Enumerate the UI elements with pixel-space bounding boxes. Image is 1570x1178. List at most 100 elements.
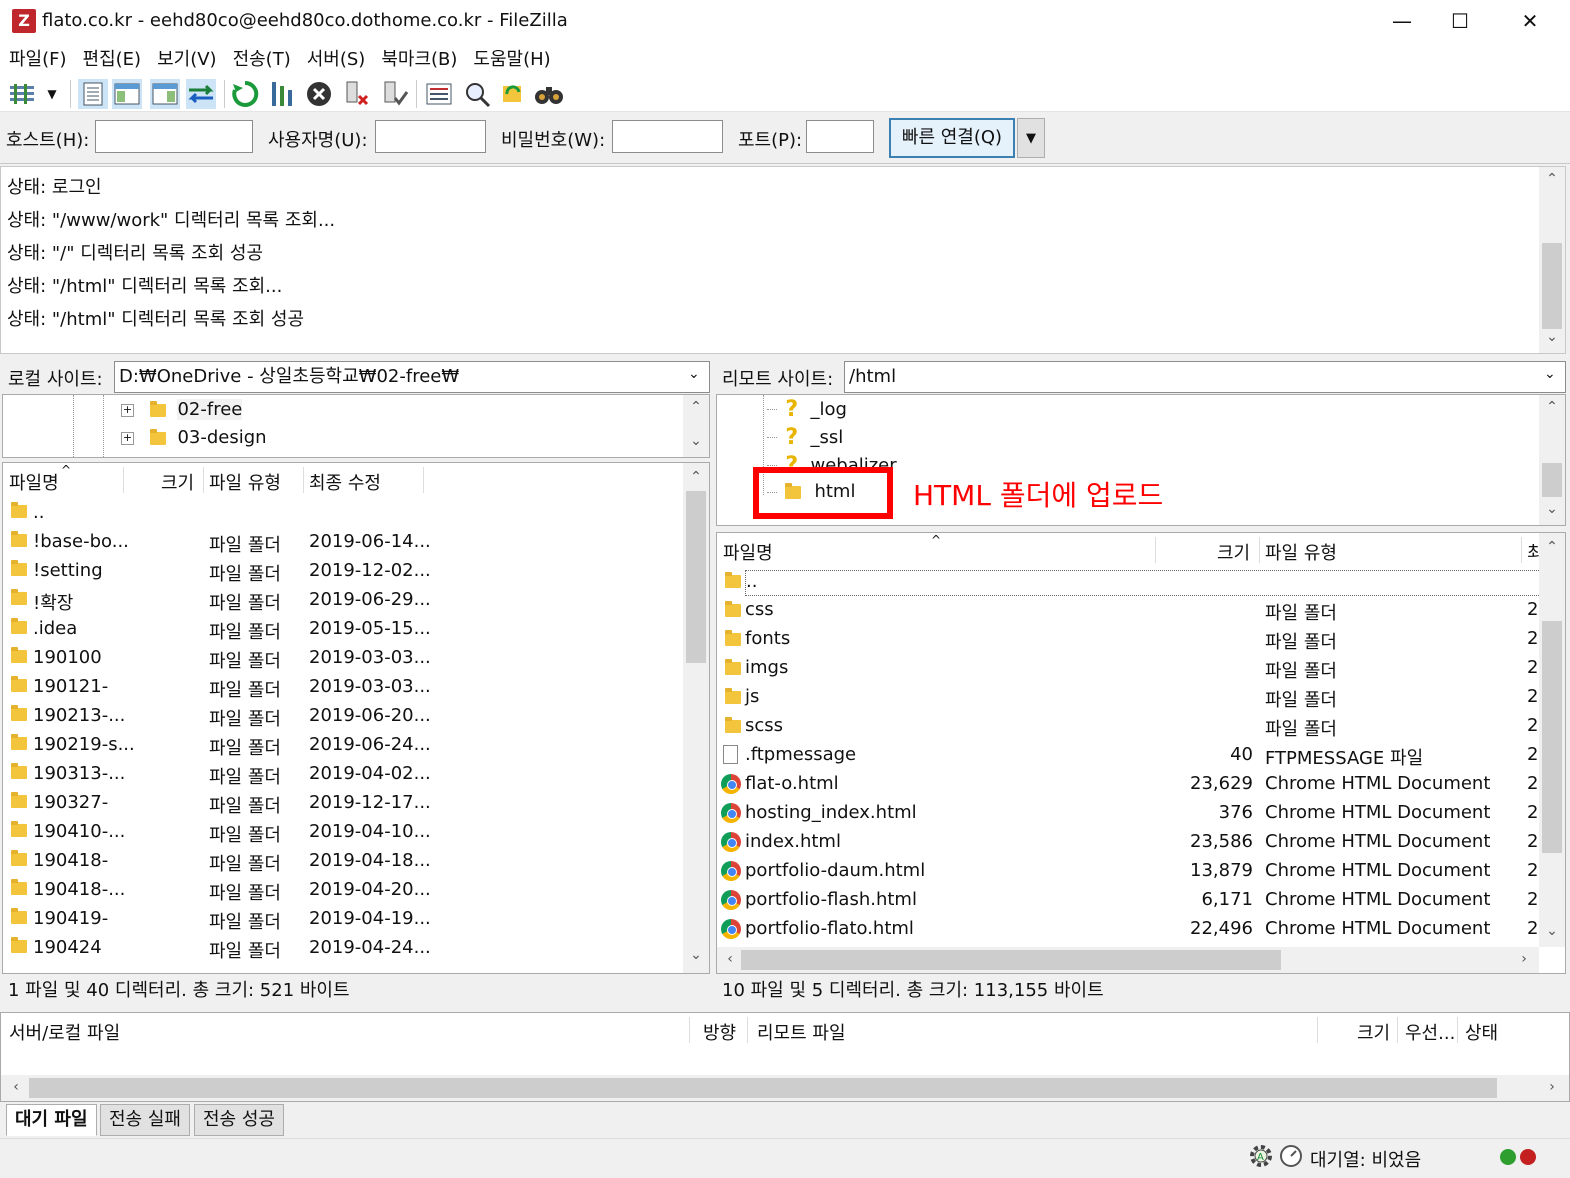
remote-hscrollbar[interactable]: ‹ › [717,947,1539,973]
tab-queued-files[interactable]: 대기 파일 [6,1104,97,1136]
table-row[interactable]: 190219-s... 파일 폴더 2019-06-24... [3,731,683,760]
table-row[interactable]: 190100 파일 폴더 2019-03-03... [3,644,683,673]
table-row[interactable]: 190424 파일 폴더 2019-04-24... [3,934,683,963]
table-row[interactable]: 190418-... 파일 폴더 2019-04-20... [3,876,683,905]
remote-hscroll-thumb[interactable] [741,950,1281,970]
local-tree-toggle-icon[interactable] [112,79,142,109]
remote-list-scrollbar[interactable]: ⌃ ⌄ [1539,533,1565,947]
table-row[interactable]: .idea 파일 폴더 2019-05-15... [3,615,683,644]
scroll-up-icon[interactable]: ⌃ [1541,399,1563,415]
scroll-down-icon[interactable]: ⌄ [1541,329,1563,345]
site-manager-dropdown-icon[interactable]: ▼ [40,79,64,109]
table-row[interactable]: 190418- 파일 폴더 2019-04-18... [3,847,683,876]
col-header-type[interactable]: 파일 유형 [1265,539,1337,565]
scroll-down-icon[interactable]: ⌄ [1541,923,1563,939]
process-queue-icon[interactable] [268,79,298,109]
chevron-down-icon[interactable]: ⌄ [1544,366,1556,382]
col-header-type[interactable]: 파일 유형 [209,469,281,495]
menu-file[interactable]: 파일(F) [0,45,74,71]
scroll-down-icon[interactable]: ⌄ [1541,501,1563,517]
table-row[interactable]: !base-bo... 파일 폴더 2019-06-14... [3,528,683,557]
local-path-combo[interactable]: D:₩OneDrive - 상일초등학교₩02-free₩ [114,361,710,393]
table-row[interactable]: 190419- 파일 폴더 2019-04-19... [3,905,683,934]
table-row[interactable]: .. [717,567,1541,596]
speed-limit-icon[interactable] [1278,1143,1304,1174]
queue-col-size[interactable]: 크기 [1357,1019,1390,1045]
col-header-modified[interactable]: 최종 수정 [309,469,381,495]
queue-col-server-local[interactable]: 서버/로컬 파일 [9,1019,120,1045]
close-button[interactable]: ✕ [1500,4,1560,38]
quickconnect-button[interactable]: 빠른 연결(Q) [889,118,1015,158]
scroll-down-icon[interactable]: ⌄ [685,433,707,449]
port-input[interactable] [806,120,874,153]
table-row[interactable]: scss 파일 폴더 2 [717,712,1539,741]
tree-item[interactable]: + 02-free [121,399,243,420]
quickconnect-dropdown-icon[interactable]: ▼ [1017,118,1045,158]
host-input[interactable] [95,120,253,153]
scroll-down-icon[interactable]: ⌄ [685,947,707,963]
log-scroll-thumb[interactable] [1542,243,1562,329]
menu-edit[interactable]: 편집(E) [74,45,149,71]
scroll-left-icon[interactable]: ‹ [5,1079,27,1095]
queue-col-remote[interactable]: 리모트 파일 [757,1019,846,1045]
remote-tree-scrollbar[interactable]: ⌃ ⌄ [1539,395,1565,525]
remote-tree-toggle-icon[interactable] [150,79,180,109]
tree-item[interactable]: + 03-design [121,427,267,448]
tree-item[interactable]: ? _ssl [767,425,843,450]
tab-failed-transfers[interactable]: 전송 실패 [100,1104,190,1136]
table-row[interactable]: flat-o.html 23,629 Chrome HTML Document 2 [717,770,1539,799]
table-row[interactable]: 190213-... 파일 폴더 2019-06-20... [3,702,683,731]
scroll-left-icon[interactable]: ‹ [719,951,741,967]
reconnect-icon[interactable] [380,79,410,109]
table-row[interactable]: css 파일 폴더 2 [717,596,1539,625]
scroll-up-icon[interactable]: ⌃ [685,399,707,415]
username-input[interactable] [375,120,486,153]
table-row[interactable]: index.html 23,586 Chrome HTML Document 2 [717,828,1539,857]
search-icon[interactable] [462,79,492,109]
table-row[interactable]: .. [3,499,683,528]
table-row[interactable]: js 파일 폴더 2 [717,683,1539,712]
col-header-filename[interactable]: 파일명 [9,469,59,495]
remote-tree-scroll-thumb[interactable] [1542,463,1562,497]
menu-view[interactable]: 보기(V) [148,45,223,71]
col-header-filename[interactable]: 파일명 [723,539,773,565]
table-row[interactable]: portfolio-flato.html 22,496 Chrome HTML Do… [717,915,1539,944]
cancel-operation-icon[interactable] [304,79,334,109]
remote-path-combo[interactable]: /html [844,361,1566,393]
chevron-down-icon[interactable]: ⌄ [688,366,700,382]
menu-bookmarks[interactable]: 북마크(B) [372,45,464,71]
local-tree-scrollbar[interactable]: ⌃ ⌄ [683,395,709,457]
scroll-up-icon[interactable]: ⌃ [1541,171,1563,187]
directory-filter-icon[interactable] [424,79,454,109]
expand-icon[interactable]: + [121,403,134,417]
tab-successful-transfers[interactable]: 전송 성공 [194,1104,284,1136]
menu-help[interactable]: 도움말(H) [464,45,557,71]
scroll-up-icon[interactable]: ⌃ [685,469,707,485]
col-header-size[interactable]: 크기 [1217,539,1250,565]
menu-transfer[interactable]: 전송(T) [224,45,298,71]
site-manager-icon[interactable] [6,79,38,109]
remote-scroll-thumb[interactable] [1542,621,1562,853]
table-row[interactable]: 190327- 파일 폴더 2019-12-17... [3,789,683,818]
sync-browse-icon[interactable] [498,79,528,109]
scroll-up-icon[interactable]: ⌃ [1541,539,1563,555]
disconnect-icon[interactable] [342,79,372,109]
minimize-button[interactable]: — [1372,4,1432,38]
menu-server[interactable]: 서버(S) [298,45,373,71]
table-row[interactable]: !확장 파일 폴더 2019-06-29... [3,586,683,615]
table-row[interactable]: fonts 파일 폴더 2 [717,625,1539,654]
table-row[interactable]: portfolio-flash.html 6,171 Chrome HTML Doc… [717,886,1539,915]
message-log-toggle-icon[interactable] [78,79,108,109]
table-row[interactable]: hosting_index.html 376 Chrome HTML Documen… [717,799,1539,828]
table-row[interactable]: imgs 파일 폴더 2 [717,654,1539,683]
password-input[interactable] [612,120,723,153]
table-row[interactable]: 190121- 파일 폴더 2019-03-03... [3,673,683,702]
expand-icon[interactable]: + [121,431,134,445]
tree-item[interactable]: ? _log [767,397,847,422]
local-scroll-thumb[interactable] [686,491,706,663]
scroll-right-icon[interactable]: › [1513,951,1535,967]
col-header-size[interactable]: 크기 [161,469,194,495]
table-row[interactable]: !setting 파일 폴더 2019-12-02... [3,557,683,586]
maximize-button[interactable]: ☐ [1430,4,1490,38]
table-row[interactable]: 190313-... 파일 폴더 2019-04-02... [3,760,683,789]
